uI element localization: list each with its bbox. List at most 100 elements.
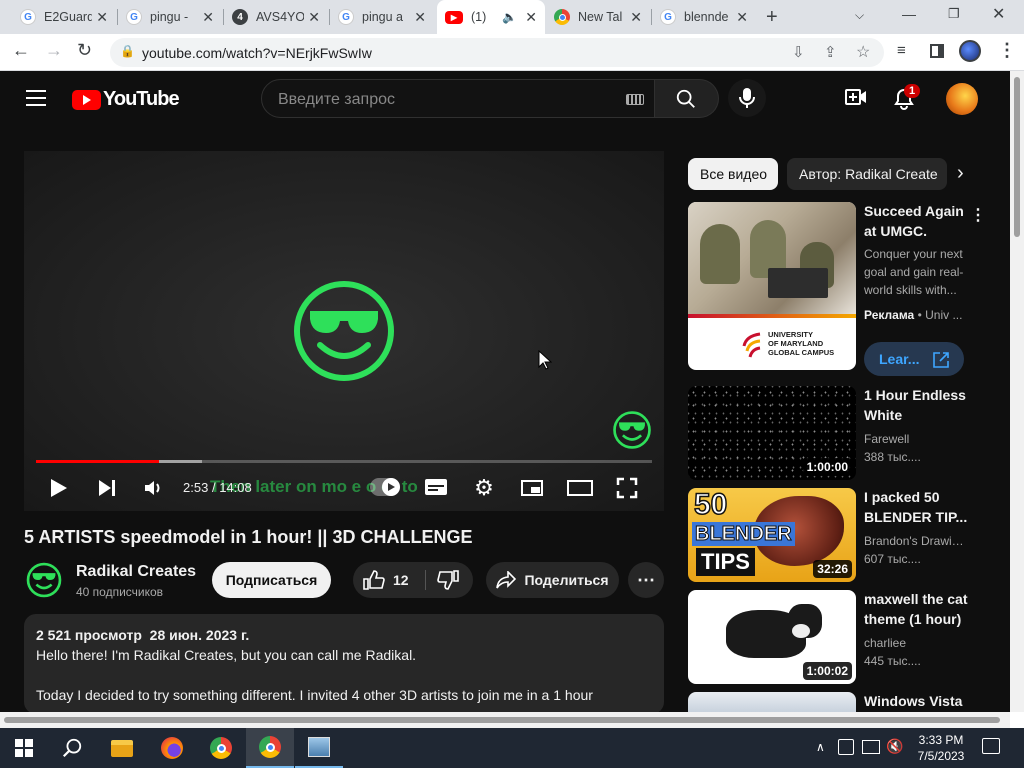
minimize-icon[interactable]: — — [902, 6, 916, 22]
vertical-scrollbar-thumb[interactable] — [1014, 77, 1020, 237]
autoplay-toggle[interactable] — [370, 478, 400, 496]
theater-mode-button[interactable] — [567, 478, 593, 498]
search-input[interactable]: Введите запрос — [261, 79, 655, 118]
address-bar[interactable]: 🔒 youtube.com/watch?v=NErjkFwSwIw ⇩ ⇪ ☆ — [110, 38, 884, 67]
chip-all-videos[interactable]: Все видео — [688, 158, 778, 190]
recommendation-thumbnail[interactable]: 1:00:00 — [688, 386, 856, 480]
recommendation-thumbnail[interactable] — [688, 692, 856, 712]
hamburger-menu-icon[interactable] — [26, 90, 46, 106]
profile-avatar[interactable] — [959, 40, 981, 62]
browser-tab[interactable]: New Tal ✕ — [546, 0, 650, 34]
youtube-logo-text: YouTube — [103, 88, 180, 110]
taskbar-search-button[interactable] — [48, 728, 96, 768]
close-icon[interactable]: ✕ — [308, 9, 320, 26]
tab-label: blennde — [684, 10, 729, 24]
horizontal-scrollbar[interactable] — [0, 712, 1010, 728]
app-taskbar-button[interactable] — [295, 728, 343, 768]
browser-tab[interactable]: 4 AVS4YO ✕ — [224, 0, 328, 34]
keyboard-icon[interactable] — [626, 94, 644, 105]
play-button[interactable] — [48, 477, 70, 499]
network-icon[interactable] — [862, 740, 880, 754]
ad-title[interactable]: Succeed Again at UMGC. — [864, 201, 968, 241]
speaker-icon[interactable]: 🔈 — [502, 10, 517, 24]
more-actions-button[interactable]: ⋯ — [628, 562, 664, 598]
account-avatar[interactable] — [946, 83, 978, 115]
chrome-menu-icon[interactable]: ⋮ — [998, 40, 1016, 61]
channel-name[interactable]: Radikal Creates — [76, 563, 196, 581]
tab-search-icon[interactable]: ⌵ — [855, 8, 864, 23]
recommendation-title[interactable]: Windows Vista — [864, 691, 968, 711]
recommendation-channel[interactable]: charliee — [864, 634, 968, 652]
show-hidden-icons-chevron-icon[interactable]: ∧ — [816, 740, 825, 754]
browser-tab[interactable]: G E2Guard ✕ — [12, 0, 116, 34]
recommendation-thumbnail[interactable]: 1:00:02 — [688, 590, 856, 684]
miniplayer-button[interactable] — [520, 478, 544, 498]
chip-from-author[interactable]: Автор: Radikal Create — [787, 158, 947, 190]
ad-learn-more-button[interactable]: Lear... — [864, 342, 964, 376]
clock[interactable]: 3:33 PM 7/5/2023 — [917, 732, 965, 764]
dislike-button[interactable] — [437, 570, 459, 593]
progress-bar[interactable] — [36, 460, 652, 463]
close-icon[interactable]: ✕ — [525, 9, 537, 26]
chrome-taskbar-button[interactable] — [197, 728, 245, 768]
window-close-icon[interactable]: ✕ — [992, 4, 1005, 24]
media-control-icon[interactable]: ≡ — [897, 42, 906, 59]
recommendation-thumbnail[interactable]: 50 BLENDER TIPS 32:26 — [688, 488, 856, 582]
thumb-text: TIPS — [696, 548, 755, 576]
create-video-icon[interactable] — [845, 88, 867, 111]
description-box[interactable]: 2 521 просмотр 28 июн. 2023 г. Hello the… — [24, 614, 664, 714]
like-button[interactable] — [363, 570, 385, 593]
recommendation-title[interactable]: I packed 50 BLENDER TIP... — [864, 487, 968, 527]
start-button[interactable] — [0, 728, 48, 768]
recommendation-title[interactable]: maxwell the cat theme (1 hour) — [864, 589, 968, 629]
next-button[interactable] — [96, 477, 118, 499]
firefox-button[interactable] — [148, 728, 196, 768]
bookmark-star-icon[interactable]: ☆ — [856, 42, 870, 62]
browser-tab[interactable]: G blennde ✕ — [652, 0, 756, 34]
channel-avatar[interactable] — [25, 561, 63, 599]
channel-watermark[interactable] — [613, 411, 651, 449]
chrome-active-taskbar-button[interactable] — [246, 728, 294, 768]
close-icon[interactable]: ✕ — [736, 9, 748, 26]
new-tab-icon[interactable]: + — [766, 6, 778, 29]
recommendation-channel[interactable]: Farewell — [864, 430, 968, 448]
share-page-icon[interactable]: ⇪ — [824, 43, 837, 61]
subscribe-button[interactable]: Подписаться — [212, 562, 331, 598]
browser-tab[interactable]: G pingu a ✕ — [330, 0, 434, 34]
browser-tab[interactable]: G pingu - ✕ — [118, 0, 222, 34]
volume-muted-icon[interactable]: 🔇 — [886, 738, 903, 755]
youtube-logo[interactable]: YouTube — [72, 88, 180, 111]
volume-button[interactable] — [142, 477, 166, 499]
recommendation-title[interactable]: 1 Hour Endless White Particle... — [864, 385, 968, 425]
settings-button[interactable]: ⚙ — [472, 476, 496, 500]
side-panel-icon[interactable] — [930, 44, 944, 58]
horizontal-scrollbar-thumb[interactable] — [4, 717, 1000, 723]
close-icon[interactable]: ✕ — [202, 9, 214, 26]
close-icon[interactable]: ✕ — [414, 9, 426, 26]
close-icon[interactable]: ✕ — [96, 9, 108, 26]
file-explorer-button[interactable] — [98, 728, 146, 768]
install-icon[interactable]: ⇩ — [792, 43, 805, 61]
notification-center-icon[interactable] — [982, 738, 1000, 754]
notifications-bell-icon[interactable]: 1 — [894, 84, 921, 115]
voice-search-button[interactable] — [728, 79, 766, 117]
ad-thumbnail[interactable]: UNIVERSITY OF MARYLAND GLOBAL CAMPUS — [688, 202, 856, 370]
back-icon[interactable]: ← — [12, 40, 30, 61]
restore-icon[interactable]: ❐ — [948, 6, 960, 22]
vertical-scrollbar[interactable] — [1010, 71, 1024, 712]
browser-tab-active[interactable]: ▶ (1) 🔈 ✕ — [437, 0, 545, 34]
url-text: youtube.com/watch?v=NErjkFwSwIw — [142, 45, 372, 61]
chevron-right-icon[interactable]: › — [957, 162, 964, 185]
close-icon[interactable]: ✕ — [630, 9, 642, 26]
forward-icon[interactable]: → — [45, 40, 63, 61]
recommendation-channel[interactable]: Brandon's Drawin... — [864, 532, 968, 550]
subtitles-button[interactable] — [424, 477, 448, 497]
tray-app-icon[interactable] — [838, 739, 854, 755]
search-button[interactable] — [655, 79, 719, 118]
video-player[interactable]: Then later on mo e o er to 2:53 / 14:08 … — [24, 151, 664, 511]
reload-icon[interactable]: ↻ — [77, 40, 92, 61]
fullscreen-button[interactable] — [615, 476, 639, 500]
more-vertical-icon[interactable]: ⋮ — [970, 205, 986, 225]
share-button[interactable]: Поделиться — [486, 562, 619, 598]
thumb-text: BLENDER — [692, 522, 795, 546]
